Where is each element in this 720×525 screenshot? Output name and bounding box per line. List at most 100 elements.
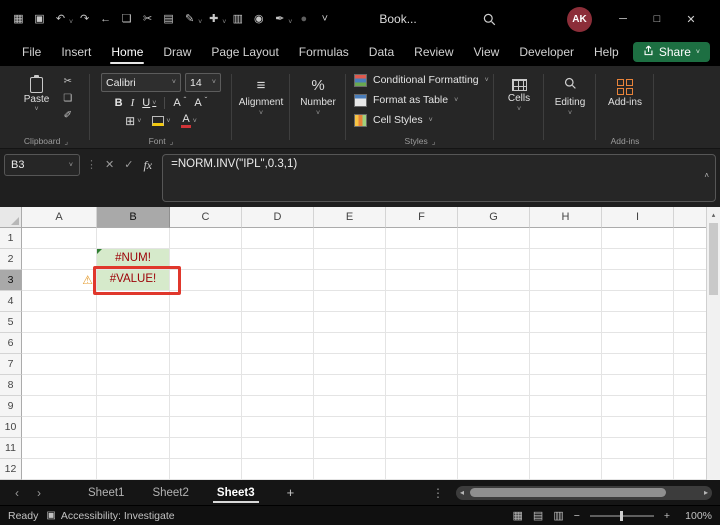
cell-H12[interactable] <box>530 459 602 480</box>
pen-icon[interactable]: ✒ <box>269 8 290 30</box>
paste-icon[interactable]: ❏ <box>116 8 137 30</box>
cell-F4[interactable] <box>386 291 458 312</box>
cell-B11[interactable] <box>97 438 170 459</box>
cell-I6[interactable] <box>602 333 674 354</box>
cell-F2[interactable] <box>386 249 458 270</box>
cell-A1[interactable] <box>22 228 97 249</box>
sheet-nav-right-icon[interactable]: › <box>28 486 50 500</box>
cell-H2[interactable] <box>530 249 602 270</box>
cell-B6[interactable] <box>97 333 170 354</box>
cut-icon[interactable]: ✂ <box>137 8 158 30</box>
cell-B2[interactable]: #NUM! <box>97 249 170 270</box>
paste-button[interactable]: Paste ˅ <box>20 72 54 121</box>
zoom-out-button[interactable]: − <box>574 510 580 522</box>
cell-I8[interactable] <box>602 375 674 396</box>
cell-B3[interactable]: #VALUE! <box>97 270 170 291</box>
cell-G8[interactable] <box>458 375 530 396</box>
camera-icon[interactable]: ◉ <box>248 8 269 30</box>
cell-D2[interactable] <box>242 249 314 270</box>
cell-E9[interactable] <box>314 396 386 417</box>
cell-I12[interactable] <box>602 459 674 480</box>
enter-button[interactable]: ✓ <box>124 158 133 171</box>
button-format-as-table[interactable]: Format as Table ˅ <box>350 90 489 110</box>
cell-F11[interactable] <box>386 438 458 459</box>
underline-button[interactable]: U ˅ <box>142 97 156 109</box>
cell-C2[interactable] <box>170 249 242 270</box>
column-header-E[interactable]: E <box>314 207 386 228</box>
cell-G3[interactable] <box>458 270 530 291</box>
cell-F5[interactable] <box>386 312 458 333</box>
cell-D1[interactable] <box>242 228 314 249</box>
cell-A3[interactable]: ⚠ <box>22 270 97 291</box>
sheet-tab-sheet3[interactable]: Sheet3 <box>203 480 269 505</box>
tab-developer[interactable]: Developer <box>509 38 584 66</box>
sheet-tab-sheet1[interactable]: Sheet1 <box>74 480 138 505</box>
scroll-up-icon[interactable]: ▴ <box>707 207 720 219</box>
app-grid-icon[interactable]: ▦ <box>8 8 29 30</box>
tab-view[interactable]: View <box>464 38 510 66</box>
cell-A11[interactable] <box>22 438 97 459</box>
cell-G10[interactable] <box>458 417 530 438</box>
cell-H1[interactable] <box>530 228 602 249</box>
cell-I3[interactable] <box>602 270 674 291</box>
cell-A4[interactable] <box>22 291 97 312</box>
column-header-I[interactable]: I <box>602 207 674 228</box>
back-icon[interactable]: ← <box>95 8 116 30</box>
cell-F3[interactable] <box>386 270 458 291</box>
cell-H3[interactable] <box>530 270 602 291</box>
scroll-left-icon[interactable]: ◂ <box>460 488 464 497</box>
column-header-C[interactable]: C <box>170 207 242 228</box>
select-all-corner[interactable] <box>0 207 22 228</box>
cell-H5[interactable] <box>530 312 602 333</box>
cell-A7[interactable] <box>22 354 97 375</box>
cell-F12[interactable] <box>386 459 458 480</box>
cancel-button[interactable]: ✕ <box>105 158 114 171</box>
cell-D11[interactable] <box>242 438 314 459</box>
cell-G11[interactable] <box>458 438 530 459</box>
scrollbar-thumb[interactable] <box>709 223 718 295</box>
cell-I1[interactable] <box>602 228 674 249</box>
format-painter-icon[interactable]: ✐ <box>63 110 72 121</box>
cell-C5[interactable] <box>170 312 242 333</box>
tab-help[interactable]: Help <box>584 38 629 66</box>
cell-F8[interactable] <box>386 375 458 396</box>
cell-D7[interactable] <box>242 354 314 375</box>
cell-F10[interactable] <box>386 417 458 438</box>
cell-F1[interactable] <box>386 228 458 249</box>
row-header-5[interactable]: 5 <box>0 312 22 333</box>
cell-I4[interactable] <box>602 291 674 312</box>
tab-page-layout[interactable]: Page Layout <box>201 38 288 66</box>
add-icon[interactable]: ✚ <box>203 8 224 30</box>
cell-F7[interactable] <box>386 354 458 375</box>
cell-B4[interactable] <box>97 291 170 312</box>
cell-B7[interactable] <box>97 354 170 375</box>
zoom-in-button[interactable]: + <box>664 510 670 522</box>
column-header-F[interactable]: F <box>386 207 458 228</box>
cell-I10[interactable] <box>602 417 674 438</box>
undo-icon[interactable]: ↶ <box>50 8 71 30</box>
cell-E2[interactable] <box>314 249 386 270</box>
cell-B1[interactable] <box>97 228 170 249</box>
row-header-7[interactable]: 7 <box>0 354 22 375</box>
cell-E8[interactable] <box>314 375 386 396</box>
cell-I7[interactable] <box>602 354 674 375</box>
cell-I11[interactable] <box>602 438 674 459</box>
cell-B8[interactable] <box>97 375 170 396</box>
page-layout-view-icon[interactable]: ▤ <box>533 509 543 522</box>
record-icon[interactable]: ● <box>293 8 314 30</box>
cell-G4[interactable] <box>458 291 530 312</box>
cell-H9[interactable] <box>530 396 602 417</box>
dialog-launcher-icon[interactable]: ⌟ <box>432 137 436 146</box>
ribbon-group-editing[interactable]: Editing ˅ <box>544 66 596 148</box>
page-break-view-icon[interactable]: ▥ <box>553 509 563 522</box>
cell-E6[interactable] <box>314 333 386 354</box>
cell-C12[interactable] <box>170 459 242 480</box>
cell-E4[interactable] <box>314 291 386 312</box>
tab-review[interactable]: Review <box>404 38 463 66</box>
format-painter-icon[interactable]: ✎ <box>179 8 200 30</box>
cell-E7[interactable] <box>314 354 386 375</box>
maximize-button[interactable]: □ <box>640 0 674 38</box>
error-options-warning-icon[interactable]: ⚠ <box>82 274 93 286</box>
normal-view-icon[interactable]: ▦ <box>513 509 523 522</box>
cell-B9[interactable] <box>97 396 170 417</box>
